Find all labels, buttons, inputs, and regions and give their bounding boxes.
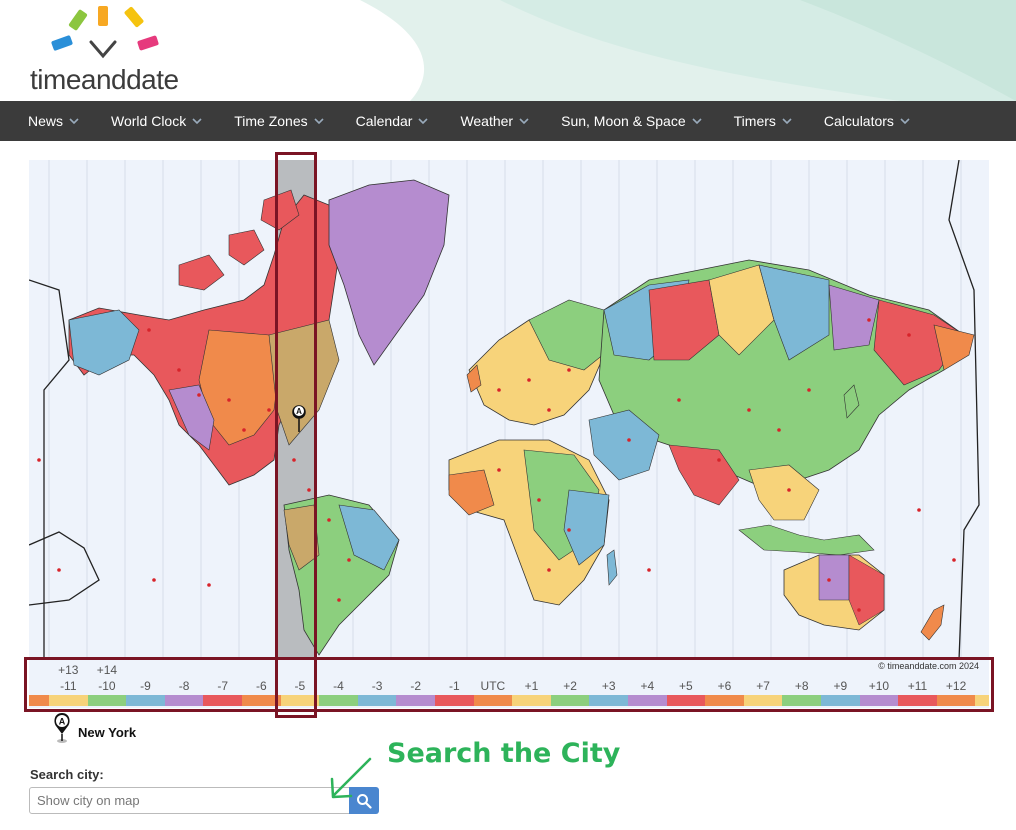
site-header: timeanddate <box>0 0 1016 101</box>
legend-city-name[interactable]: New York <box>78 725 136 740</box>
pin-letter: A <box>59 717 66 727</box>
nav-item-calculators[interactable]: Calculators <box>808 101 926 141</box>
chevron-down-icon <box>900 118 910 125</box>
chevron-down-icon <box>519 118 529 125</box>
nav-item-label: Timers <box>733 113 776 129</box>
chevron-down-icon <box>418 118 429 125</box>
nav-item-label: Weather <box>460 113 514 129</box>
nav-item-news[interactable]: News <box>12 101 95 141</box>
alaska-land <box>68 309 140 376</box>
indonesia-land <box>738 524 875 556</box>
chevron-down-icon <box>782 118 792 125</box>
site-logo[interactable]: timeanddate <box>24 2 194 98</box>
nav-item-time-zones[interactable]: Time Zones <box>218 101 339 141</box>
logo-mark-icon <box>51 6 159 59</box>
main-nav: News World Clock Time Zones Calendar Wea… <box>0 101 1016 141</box>
chevron-down-icon <box>692 118 702 125</box>
annotation-search-the-city: Search the City <box>387 738 621 769</box>
nav-item-weather[interactable]: Weather <box>444 101 545 141</box>
page: timeanddate News World Clock Time Zones … <box>0 0 1016 830</box>
nav-item-label: News <box>28 113 64 129</box>
highlight-box-zone-scale <box>24 657 994 712</box>
nav-item-label: Sun, Moon & Space <box>561 113 686 129</box>
nav-item-calendar[interactable]: Calendar <box>340 101 445 141</box>
greenland-land <box>328 179 450 366</box>
nav-item-timers[interactable]: Timers <box>718 101 808 141</box>
annotation-arrow-icon <box>330 757 372 799</box>
nav-item-label: World Clock <box>111 113 187 129</box>
nav-item-label: Calendar <box>355 113 413 129</box>
time-zone-map[interactable]: A © timeanddate.com 2024 <box>29 160 989 708</box>
world-map-graphic: A <box>29 160 980 660</box>
chevron-down-icon <box>192 118 202 125</box>
madagascar-land <box>606 549 618 586</box>
new-zealand-land <box>920 604 945 641</box>
map-pin-icon: A <box>54 713 70 743</box>
chevron-down-icon <box>314 118 324 125</box>
chevron-down-icon <box>69 118 79 125</box>
nav-item-world-clock[interactable]: World Clock <box>95 101 218 141</box>
nav-item-label: Calculators <box>823 113 894 129</box>
highlight-box-zone-column <box>275 152 317 718</box>
australia-central <box>818 554 850 601</box>
south-pacific-line <box>29 531 100 606</box>
search-city-label: Search city: <box>30 767 104 782</box>
map-legend: A New York <box>52 712 136 744</box>
search-city-input[interactable] <box>29 787 350 814</box>
nav-item-sun-moon-space[interactable]: Sun, Moon & Space <box>545 101 718 141</box>
nav-item-label: Time Zones <box>234 113 308 129</box>
logo-wordmark: timeanddate <box>30 64 179 95</box>
